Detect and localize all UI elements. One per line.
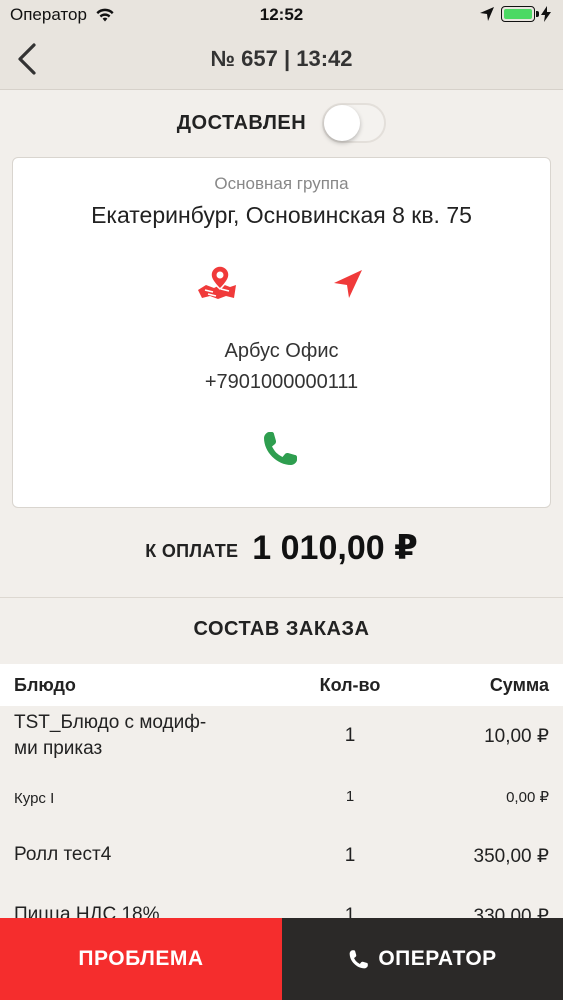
table-row: Курс I 1 0,00 ₽ [0,786,563,810]
navigation-arrow-icon[interactable] [330,266,366,302]
order-section-title: СОСТАВ ЗАКАЗА [193,618,370,640]
dish-quantity: 1 [344,725,356,746]
dish-quantity: 1 [345,788,355,805]
battery-icon [501,6,539,22]
column-quantity: Кол-во [319,675,381,695]
delivered-toggle[interactable] [322,103,387,143]
payment-row: К ОПЛАТЕ 1 010,00 ₽ [0,522,563,574]
order-table-header: Блюдо Кол-во Сумма [0,664,563,706]
page-title: № 657 | 13:42 [210,46,353,71]
dish-name-line: ми приказ [14,738,103,759]
charging-bolt-icon [541,6,551,22]
delivered-label: ДОСТАВЛЕН [176,111,307,134]
dish-name: TST_Блюдо с модиф- ми приказ [14,710,206,762]
operator-button[interactable]: ОПЕРАТОР [282,918,563,1000]
contact-name: Арбус Офис [224,340,339,362]
table-row: Ролл тест4 1 350,00 ₽ [0,842,563,870]
problem-button-label: ПРОБЛЕМА [78,947,204,970]
column-sum: Сумма [489,675,549,695]
toggle-knob [324,105,361,141]
delivered-row: ДОСТАВЛЕН [0,100,563,146]
operator-button-label: ОПЕРАТОР [378,947,497,970]
delivery-address: Екатеринбург, Основинская 8 кв. 75 [91,202,472,228]
phone-icon [349,950,369,969]
payment-amount: 1 010,00 ₽ [252,529,418,567]
dish-name: Курс I [14,790,55,807]
map-pin-icon[interactable] [196,264,238,300]
navigation-bar: № 657 | 13:42 [0,30,563,90]
status-bar: Оператор 12:52 [0,0,563,30]
dish-name: Ролл тест4 [14,844,112,865]
location-arrow-icon [480,7,494,21]
column-dish: Блюдо [14,675,76,695]
table-row: TST_Блюдо с модиф- ми приказ 1 10,00 ₽ [0,710,563,766]
payment-label: К ОПЛАТЕ [145,540,239,561]
phone-icon[interactable] [261,428,301,468]
dish-quantity: 1 [344,845,356,866]
dish-sum: 0,00 ₽ [506,789,549,806]
bottom-action-bar: ПРОБЛЕМА ОПЕРАТОР [0,918,563,1000]
contact-phone: +7901000000111 [204,371,359,393]
problem-button[interactable]: ПРОБЛЕМА [0,918,282,1000]
dish-sum: 10,00 ₽ [484,726,549,747]
status-indicators [479,6,551,22]
customer-group: Основная группа [214,174,349,193]
divider [0,597,563,598]
dish-name-line: TST_Блюдо с модиф- [14,712,207,733]
address-card: Основная группа Екатеринбург, Основинска… [12,157,551,508]
dish-sum: 350,00 ₽ [473,846,549,867]
